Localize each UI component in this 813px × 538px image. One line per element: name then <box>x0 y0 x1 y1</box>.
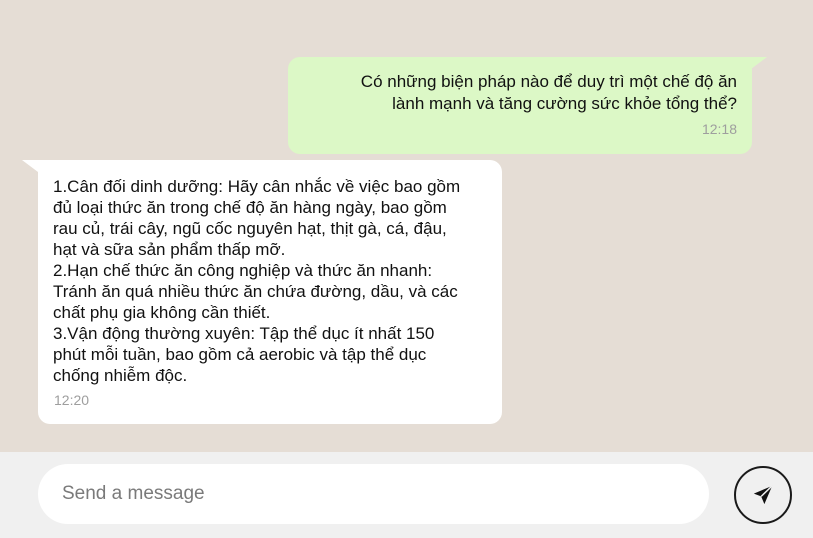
incoming-message-text: 1.Cân đối dinh dưỡng: Hãy cân nhắc về vi… <box>53 176 493 386</box>
incoming-message-line: Tránh ăn quá nhiều thức ăn chứa đường, d… <box>53 282 458 301</box>
incoming-message-line: rau củ, trái cây, ngũ cốc nguyên hạt, th… <box>53 219 447 238</box>
incoming-message-line: đủ loại thức ăn trong chế độ ăn hàng ngà… <box>53 198 447 217</box>
send-button[interactable] <box>734 466 792 524</box>
incoming-message-time: 12:20 <box>54 392 90 408</box>
outgoing-message-bubble: Có những biện pháp nào để duy trì một ch… <box>288 57 752 154</box>
outgoing-bubble-tail <box>751 57 767 69</box>
outgoing-message-text: Có những biện pháp nào để duy trì một ch… <box>317 71 737 114</box>
message-input[interactable] <box>38 464 709 524</box>
incoming-message-line: 3.Vận động thường xuyên: Tập thể dục ít … <box>53 324 435 343</box>
outgoing-message-line: lành mạnh và tăng cường sức khỏe tổng th… <box>392 93 737 113</box>
incoming-message-line: chống nhiễm độc. <box>53 366 188 385</box>
incoming-bubble-tail <box>22 160 38 172</box>
incoming-message-line: hạt và sữa sản phẩm thấp mỡ. <box>53 240 286 259</box>
outgoing-message-time: 12:18 <box>701 121 737 137</box>
message-composer <box>0 452 813 538</box>
incoming-message-bubble: 1.Cân đối dinh dưỡng: Hãy cân nhắc về vi… <box>38 160 502 424</box>
incoming-message-line: phút mỗi tuần, bao gồm cả aerobic và tập… <box>53 345 427 364</box>
chat-area[interactable]: Có những biện pháp nào để duy trì một ch… <box>0 0 813 452</box>
outgoing-message-line: Có những biện pháp nào để duy trì một ch… <box>360 72 737 91</box>
incoming-message-line: 2.Hạn chế thức ăn công nghiệp và thức ăn… <box>53 261 433 280</box>
incoming-message-line: 1.Cân đối dinh dưỡng: Hãy cân nhắc về vi… <box>53 177 461 196</box>
incoming-message-line: chất phụ gia không cần thiết. <box>53 303 271 322</box>
send-icon <box>753 485 773 505</box>
